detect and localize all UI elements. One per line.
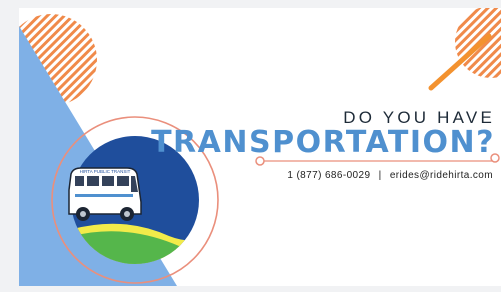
email-address: erides@ridehirta.com (389, 170, 493, 181)
transportation-banner: HIRTA PUBLIC TRANSIT DO YOU HAVE TRANSPO… (19, 8, 501, 286)
contact-line: 1 (877) 686-0029 | erides@ridehirta.com (287, 170, 493, 181)
contact-separator: | (378, 170, 382, 181)
bus-sign: HIRTA PUBLIC TRANSIT (80, 169, 131, 174)
headline-line-2: TRANSPORTATION? (151, 125, 495, 160)
bus-icon: HIRTA PUBLIC TRANSIT (68, 167, 142, 221)
phone-number: 1 (877) 686-0029 (287, 170, 371, 181)
